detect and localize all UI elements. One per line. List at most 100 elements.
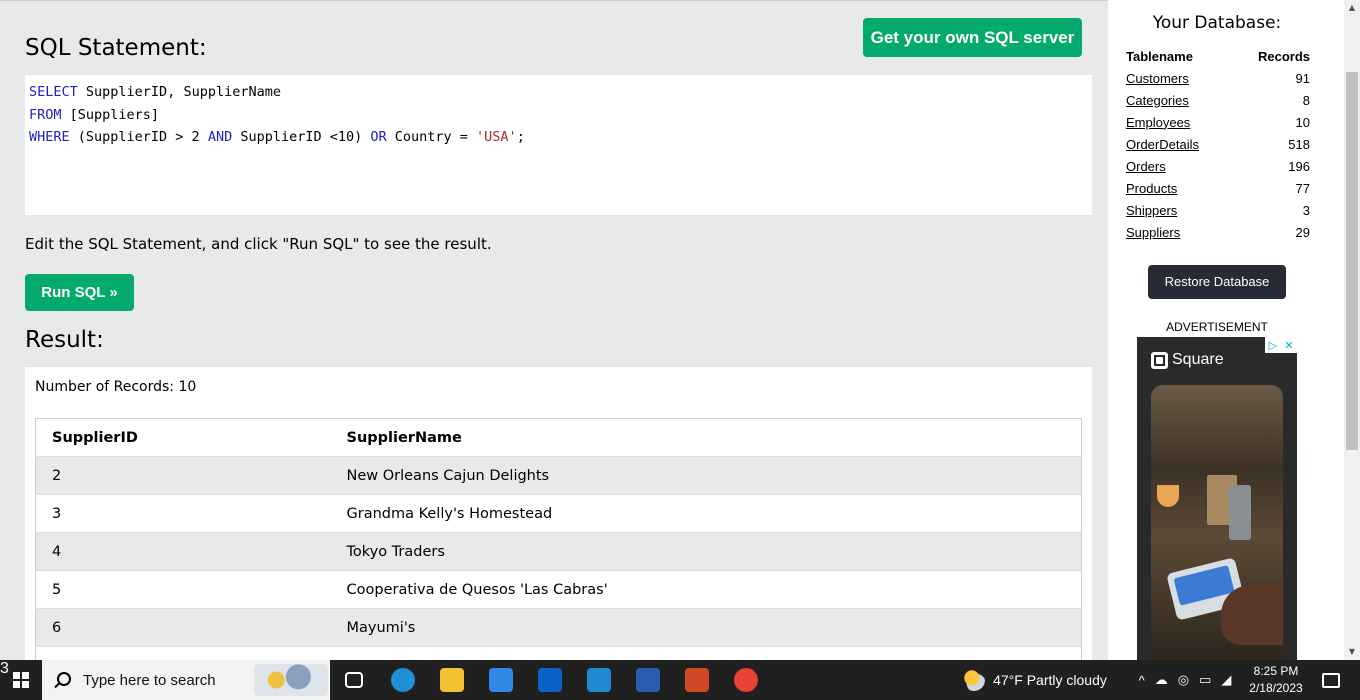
run-sql-button[interactable]: Run SQL » [25, 274, 134, 311]
scroll-down-icon[interactable]: ▼ [1344, 644, 1360, 660]
store-taskbar-button[interactable] [477, 660, 525, 700]
edge-icon [391, 668, 415, 692]
sql-text: SupplierID <10) [232, 129, 371, 145]
db-table-row: Products 77 [1123, 177, 1313, 199]
record-count-value: 77 [1295, 180, 1310, 196]
table-link-employees[interactable]: Employees [1126, 115, 1190, 130]
windows-icon [13, 672, 29, 688]
table-link-shippers[interactable]: Shippers [1126, 203, 1177, 218]
sql-line[interactable]: WHERE (SupplierID > 2 AND SupplierID <10… [29, 126, 1088, 149]
table-link-customers[interactable]: Customers [1126, 71, 1189, 86]
scroll-up-icon[interactable]: ▲ [1344, 0, 1360, 16]
taskbar-search[interactable]: Type here to search [42, 660, 330, 700]
page-scrollbar[interactable]: ▲ ▼ [1344, 0, 1360, 660]
record-count-value: 91 [1295, 70, 1310, 86]
table-link-suppliers[interactable]: Suppliers [1126, 225, 1180, 240]
sql-text: (SupplierID > 2 [69, 129, 208, 145]
volume-icon[interactable]: ◢ [1221, 672, 1231, 688]
search-placeholder: Type here to search [83, 671, 216, 689]
table-row: 2 New Orleans Cajun Delights [35, 456, 1082, 495]
db-table-row: Suppliers 29 [1123, 221, 1313, 243]
result-heading: Result: [25, 327, 104, 353]
chrome-taskbar-button[interactable] [722, 660, 770, 700]
task-view-icon [345, 672, 363, 688]
task-view-taskbar-button[interactable] [330, 660, 378, 700]
sql-keyword: WHERE [29, 129, 70, 145]
search-icon [54, 671, 71, 689]
file-explorer-taskbar-button[interactable] [428, 660, 476, 700]
restore-database-button[interactable]: Restore Database [1148, 265, 1286, 299]
sql-statement-heading: SQL Statement: [25, 35, 207, 61]
cell-supplierid: 5 [35, 570, 331, 609]
record-count-value: 518 [1288, 136, 1310, 152]
word-icon [636, 668, 660, 692]
column-header-suppliername: SupplierName [330, 418, 1082, 457]
sql-text: [Suppliers] [61, 106, 160, 123]
square-logo-icon [1151, 351, 1168, 369]
cell-suppliername: Tokyo Traders [330, 532, 1082, 571]
clock-time: 8:25 PM [1253, 664, 1299, 678]
meet-now-icon[interactable]: ◎ [1178, 672, 1189, 688]
table-row: 5 Cooperativa de Quesos 'Las Cabras' [35, 570, 1082, 609]
chrome-icon [734, 668, 758, 692]
cell-supplierid: 2 [35, 456, 331, 495]
sql-string: 'USA' [476, 129, 517, 145]
record-count-value: 10 [1295, 114, 1310, 130]
advertisement[interactable]: Square ▷ ✕ [1137, 337, 1297, 660]
cell-supplierid [35, 646, 331, 660]
database-table: Tablename Records Customers 91 Categories 8… [1123, 45, 1313, 243]
store-icon [489, 668, 513, 692]
outlook-taskbar-button[interactable] [526, 660, 574, 700]
tablename-header: Tablename [1126, 48, 1193, 64]
table-link-products[interactable]: Products [1126, 181, 1177, 196]
cell-suppliername: Mayumi's [330, 608, 1082, 647]
cell-suppliername: Grandma Kelly's Homestead [330, 494, 1082, 533]
word-taskbar-button[interactable] [624, 660, 672, 700]
sql-text: SupplierID, SupplierName [77, 84, 281, 100]
db-table-row: Customers 91 [1123, 67, 1313, 89]
result-header-row: SupplierID SupplierName [35, 418, 1082, 457]
file-explorer-icon [440, 668, 464, 692]
edge-taskbar-button[interactable] [379, 660, 427, 700]
ad-brand-name: Square [1172, 351, 1224, 368]
table-link-categories[interactable]: Categories [1126, 93, 1189, 108]
sql-text: ; [516, 129, 525, 145]
chevron-up-icon[interactable]: ^ [1139, 673, 1145, 688]
cell-suppliername: New Orleans Cajun Delights [330, 456, 1082, 495]
sql-editor[interactable]: SELECT SupplierID, SupplierName FROM [Sup… [25, 75, 1092, 215]
notification-center-button[interactable] [1316, 660, 1346, 700]
vscode-taskbar-button[interactable] [575, 660, 623, 700]
square-logo: Square [1151, 351, 1224, 369]
sql-line[interactable]: SELECT SupplierID, SupplierName [29, 81, 1088, 104]
cell-suppliername: Cooperativa de Quesos 'Las Cabras' [330, 570, 1082, 609]
result-table: SupplierID SupplierName 2 New Orleans Caj… [35, 418, 1082, 660]
weather-widget[interactable]: 47°F Partly cloudy [955, 660, 1115, 700]
adchoices-icon[interactable]: ▷ ✕ [1265, 337, 1297, 353]
instruction-text: Edit the SQL Statement, and click "Run S… [25, 235, 492, 253]
record-count-value: 3 [1302, 202, 1310, 218]
network-icon[interactable]: ▭ [1199, 672, 1211, 688]
db-table-row: Shippers 3 [1123, 199, 1313, 221]
table-link-orderdetails[interactable]: OrderDetails [1126, 137, 1199, 152]
record-count-value: 8 [1302, 92, 1310, 108]
system-tray[interactable]: ^ ☁ ◎ ▭ ◢ [1125, 660, 1245, 700]
start-button[interactable] [0, 660, 42, 700]
clock[interactable]: 8:25 PM 2/18/2023 [1242, 660, 1310, 700]
cell-supplierid: 6 [35, 608, 331, 647]
outlook-icon [538, 668, 562, 692]
scrollbar-thumb[interactable] [1346, 72, 1358, 450]
vscode-icon [587, 668, 611, 692]
notification-icon [1322, 672, 1340, 688]
table-link-orders[interactable]: Orders [1126, 159, 1166, 174]
get-own-sql-server-button[interactable]: Get your own SQL server [863, 18, 1082, 57]
cell-supplierid: 3 [35, 494, 331, 533]
powerpoint-taskbar-button[interactable] [673, 660, 721, 700]
records-header: Records [1257, 48, 1310, 64]
search-highlight-icon [254, 664, 328, 696]
database-panel: Your Database: Tablename Records Custome… [1108, 0, 1344, 660]
onedrive-icon[interactable]: ☁ [1155, 672, 1168, 688]
sql-line[interactable]: FROM [Suppliers] [29, 104, 1088, 127]
db-table-row: Categories 8 [1123, 89, 1313, 111]
table-row: 3 Grandma Kelly's Homestead [35, 494, 1082, 533]
column-header-supplierid: SupplierID [35, 418, 331, 457]
